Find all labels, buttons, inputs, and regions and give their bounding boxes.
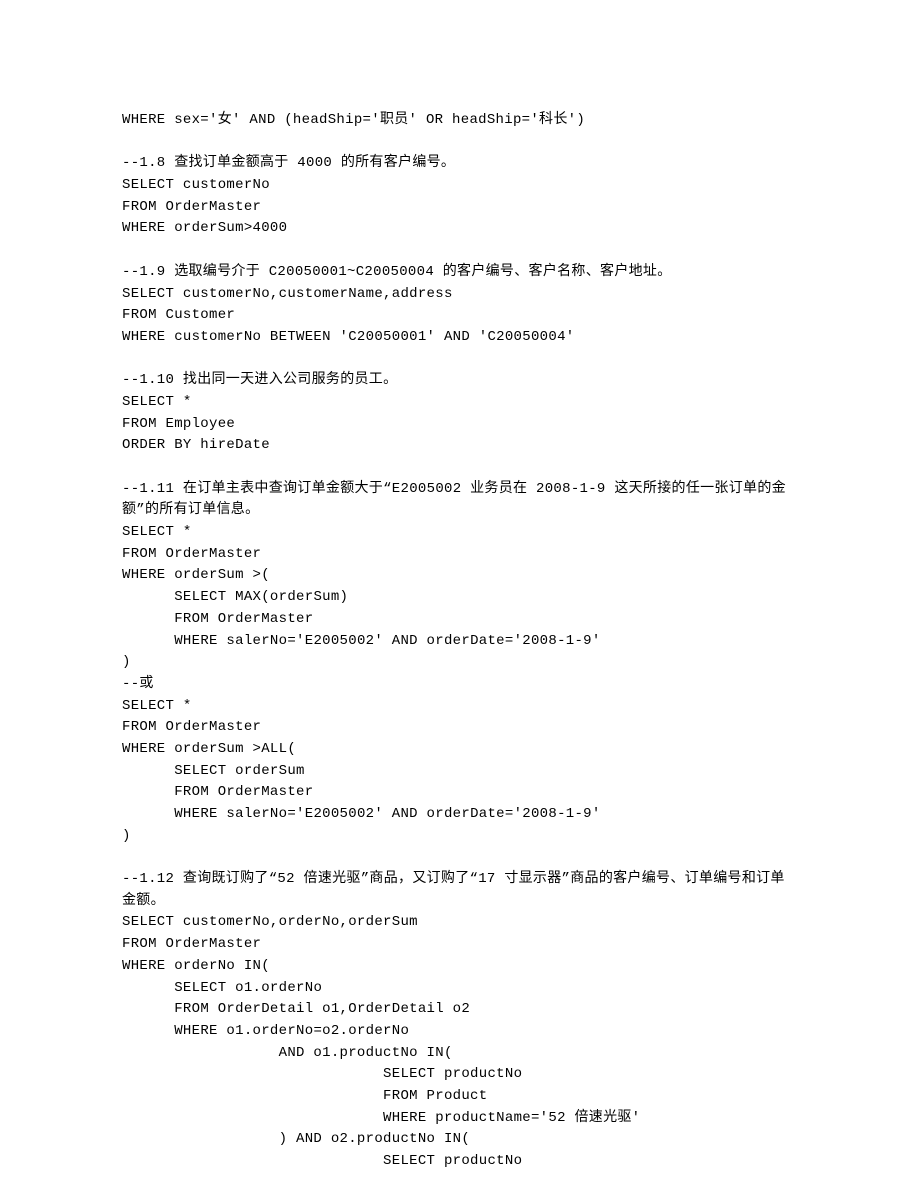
code-line: SELECT customerNo — [122, 175, 798, 197]
code-line: ORDER BY hireDate — [122, 435, 798, 457]
code-line: WHERE orderSum>4000 — [122, 218, 798, 240]
code-line: --1.8 查找订单金额高于 4000 的所有客户编号。 — [122, 153, 798, 175]
code-line: WHERE orderSum >ALL( — [122, 739, 798, 761]
code-line: SELECT * — [122, 392, 798, 414]
code-line: WHERE orderSum >( — [122, 565, 798, 587]
code-line: --1.10 找出同一天进入公司服务的员工。 — [122, 370, 798, 392]
code-line: FROM Employee — [122, 414, 798, 436]
code-line: SELECT customerNo,customerName,address — [122, 284, 798, 306]
code-line: FROM OrderMaster — [122, 717, 798, 739]
code-line: FROM Product — [122, 1086, 798, 1108]
code-line: AND o1.productNo IN( — [122, 1043, 798, 1065]
code-line: FROM OrderMaster — [122, 934, 798, 956]
code-line: SELECT productNo — [122, 1064, 798, 1086]
code-line: WHERE sex='女' AND (headShip='职员' OR head… — [122, 110, 798, 132]
code-line: --或 — [122, 674, 798, 696]
code-line: SELECT MAX(orderSum) — [122, 587, 798, 609]
code-line — [122, 349, 798, 371]
code-line: ) — [122, 826, 798, 848]
code-line: SELECT orderSum — [122, 761, 798, 783]
document-page: WHERE sex='女' AND (headShip='职员' OR head… — [0, 0, 920, 1191]
code-line: FROM OrderMaster — [122, 782, 798, 804]
code-line: SELECT * — [122, 522, 798, 544]
code-line: WHERE customerNo BETWEEN 'C20050001' AND… — [122, 327, 798, 349]
code-line — [122, 457, 798, 479]
code-line — [122, 847, 798, 869]
code-line: FROM OrderMaster — [122, 197, 798, 219]
code-line: FROM OrderMaster — [122, 544, 798, 566]
code-line — [122, 132, 798, 154]
code-line: FROM Customer — [122, 305, 798, 327]
code-line: --1.11 在订单主表中查询订单金额大于“E2005002 业务员在 2008… — [122, 479, 798, 522]
code-line: SELECT o1.orderNo — [122, 978, 798, 1000]
code-line: ) AND o2.productNo IN( — [122, 1129, 798, 1151]
code-line: WHERE o1.orderNo=o2.orderNo — [122, 1021, 798, 1043]
code-line: SELECT * — [122, 696, 798, 718]
code-line: WHERE salerNo='E2005002' AND orderDate='… — [122, 804, 798, 826]
code-line: FROM OrderDetail o1,OrderDetail o2 — [122, 999, 798, 1021]
code-line: WHERE productName='52 倍速光驱' — [122, 1108, 798, 1130]
code-line: --1.12 查询既订购了“52 倍速光驱”商品，又订购了“17 寸显示器”商品… — [122, 869, 798, 912]
code-line: WHERE salerNo='E2005002' AND orderDate='… — [122, 631, 798, 653]
code-line: WHERE orderNo IN( — [122, 956, 798, 978]
code-line: SELECT productNo — [122, 1151, 798, 1173]
code-line: SELECT customerNo,orderNo,orderSum — [122, 912, 798, 934]
code-line — [122, 240, 798, 262]
code-line: ) — [122, 652, 798, 674]
code-line: FROM OrderMaster — [122, 609, 798, 631]
code-line: --1.9 选取编号介于 C20050001~C20050004 的客户编号、客… — [122, 262, 798, 284]
